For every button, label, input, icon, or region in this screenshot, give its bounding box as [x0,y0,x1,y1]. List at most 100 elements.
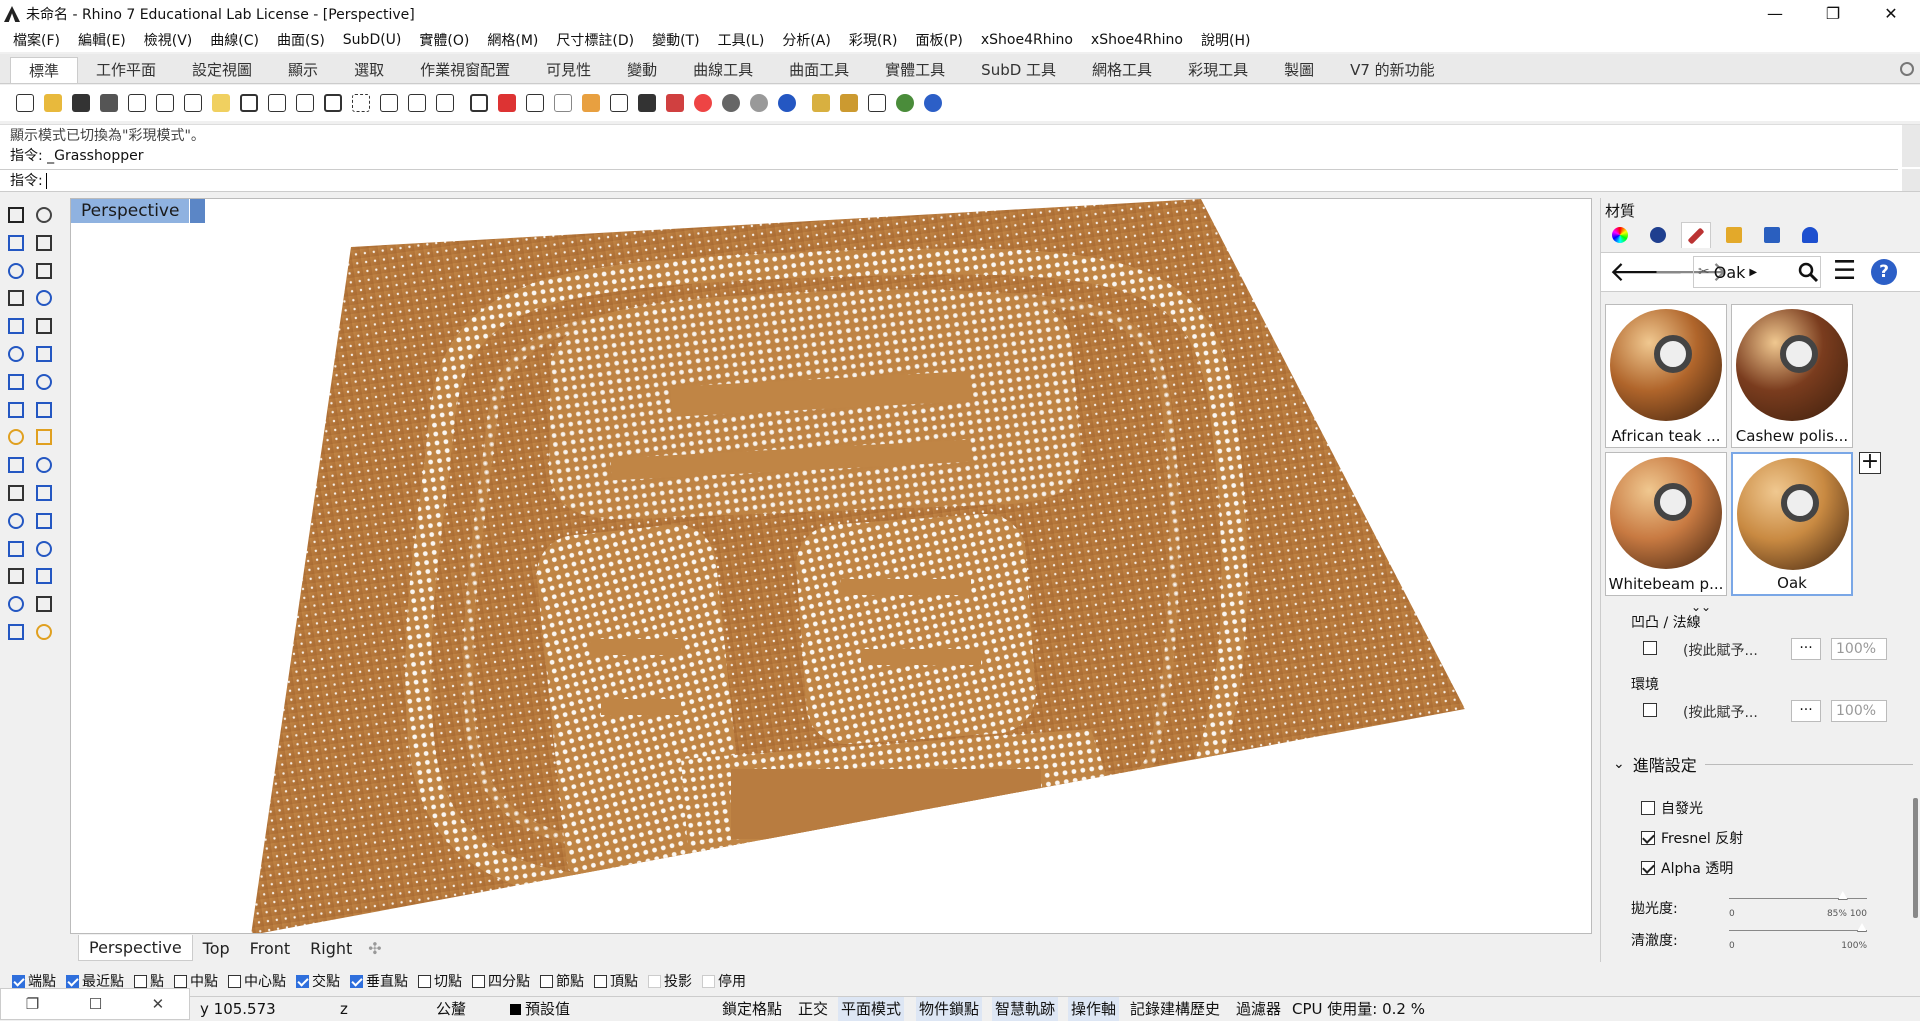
fresnel-checkbox[interactable] [1641,831,1655,845]
menu-item[interactable]: 檢視(V) [135,30,202,50]
trim-icon[interactable] [4,454,28,476]
toolbar-tab[interactable]: 設定視圖 [174,57,270,83]
environment-amount-field[interactable]: 100% [1831,700,1887,722]
gear-icon[interactable] [1900,62,1914,76]
copy-icon[interactable] [180,90,206,116]
undo-icon[interactable] [236,90,262,116]
toolbar-tab[interactable]: 曲線工具 [675,57,771,83]
restore-icon[interactable]: ❐ [26,995,39,1013]
osnap-checkbox[interactable] [12,974,25,988]
viewport-tab[interactable]: Perspective [78,935,193,961]
bump-checkbox[interactable] [1643,641,1657,655]
layer-icon[interactable] [662,90,688,116]
menu-item[interactable]: 檔案(F) [4,30,69,50]
zoom-selected-icon[interactable] [404,90,430,116]
osnap-checkbox[interactable] [296,974,309,988]
fresnel-option[interactable]: Fresnel 反射 [1641,828,1920,848]
ellipse-icon[interactable] [32,260,56,282]
material-thumbnail[interactable]: African teak ... [1605,304,1727,448]
fillet-icon[interactable] [4,482,28,504]
osnap-option[interactable]: 交點 [296,971,340,991]
osnap-checkbox[interactable] [134,974,147,988]
osnap-checkbox[interactable] [594,974,607,988]
notifications-tab-icon[interactable] [1795,222,1825,248]
sphere-blue-icon[interactable] [774,90,800,116]
toolbar-tab[interactable]: 標準 [10,57,79,83]
menu-item[interactable]: 網格(M) [478,30,547,50]
viewport-menu-dropdown[interactable] [189,199,206,223]
filter-toggle[interactable]: 過濾器 [1236,997,1281,1021]
osnap-checkbox[interactable] [66,974,79,988]
arc-icon[interactable] [4,287,28,309]
cut-icon[interactable] [152,90,178,116]
advanced-section-header[interactable]: ⌄ 進階設定 [1613,752,1920,776]
color-wheel-tab-icon[interactable] [1605,222,1635,248]
plane-icon[interactable] [32,399,56,421]
toolbar-tab[interactable]: 實體工具 [867,57,963,83]
close-button[interactable]: ✕ [1862,0,1920,28]
mesh-icon[interactable] [32,510,56,532]
group-icon[interactable] [32,565,56,587]
split-icon[interactable] [32,454,56,476]
material-thumbnail[interactable]: Oak [1731,452,1853,596]
bump-amount-field[interactable]: 100% [1831,638,1887,660]
save-icon[interactable] [68,90,94,116]
alpha-option[interactable]: Alpha 透明 [1641,858,1920,878]
menu-item[interactable]: 面板(P) [906,30,971,50]
gear-settings-icon[interactable] [836,90,862,116]
osnap-option[interactable]: 停用 [702,971,746,991]
toolbar-tab[interactable]: 製圖 [1266,57,1332,83]
menu-item[interactable]: 工具(L) [709,30,774,50]
environment-more-button[interactable]: ··· [1791,700,1821,722]
planar-toggle[interactable]: 平面模式 [838,997,905,1021]
select-arrow-icon[interactable] [4,204,28,226]
menu-item[interactable]: SubD(U) [334,32,411,48]
viewport-tab[interactable]: Right [300,939,362,958]
box-icon[interactable] [4,371,28,393]
select-icon[interactable] [522,90,548,116]
toolbar-tab[interactable]: 網格工具 [1074,57,1170,83]
grid-snap-toggle[interactable]: 鎖定格點 [722,997,782,1021]
osnap-checkbox[interactable] [540,974,553,988]
color-wheel-icon[interactable] [690,90,716,116]
gumball-toggle[interactable]: 操作軸 [1068,997,1120,1021]
maximize-button[interactable]: ❐ [1804,0,1862,28]
offset-icon[interactable] [4,510,28,532]
osnap-checkbox[interactable] [648,974,661,988]
explode-icon[interactable] [32,426,56,448]
rhino-app-icon[interactable] [4,6,20,22]
grasshopper-icon[interactable] [892,90,918,116]
environment-tab-icon[interactable] [1643,222,1673,248]
search-icon[interactable] [1797,261,1819,283]
show-icon[interactable] [578,90,604,116]
circle-icon[interactable] [4,260,28,282]
self-illumination-option[interactable]: 自發光 [1641,798,1920,818]
osnap-checkbox[interactable] [702,974,715,988]
tool-tip-icon[interactable] [808,90,834,116]
menu-item[interactable]: 變動(T) [643,30,708,50]
rectangle-icon[interactable] [32,287,56,309]
array-icon[interactable] [4,565,28,587]
folder-tab-icon[interactable] [1719,222,1749,248]
gloss-slider[interactable]: 0 85% 100 [1729,891,1867,919]
sphere-gray-icon[interactable] [718,90,744,116]
panel-scrollbar[interactable] [1913,798,1918,918]
dimension-icon[interactable] [32,538,56,560]
environment-checkbox[interactable] [1643,703,1657,717]
menu-item[interactable]: 彩現(R) [840,30,907,50]
move-view-icon[interactable] [292,90,318,116]
menu-item[interactable]: 編輯(E) [69,30,135,50]
zoom-window-icon[interactable] [348,90,374,116]
osnap-option[interactable]: 投影 [648,971,692,991]
osnap-checkbox[interactable] [228,974,241,988]
new-file-icon[interactable] [12,90,38,116]
four-views-icon[interactable] [466,90,492,116]
boolean-icon[interactable] [4,426,28,448]
free-curve-icon[interactable] [32,315,56,337]
clarity-slider[interactable]: 0 100% [1729,923,1867,951]
extrude-icon[interactable] [32,343,56,365]
toolbar-tab[interactable]: SubD 工具 [963,57,1074,83]
polygon-icon[interactable] [4,315,28,337]
add-material-button[interactable]: + [1859,451,1881,474]
open-folder-icon[interactable] [40,90,66,116]
